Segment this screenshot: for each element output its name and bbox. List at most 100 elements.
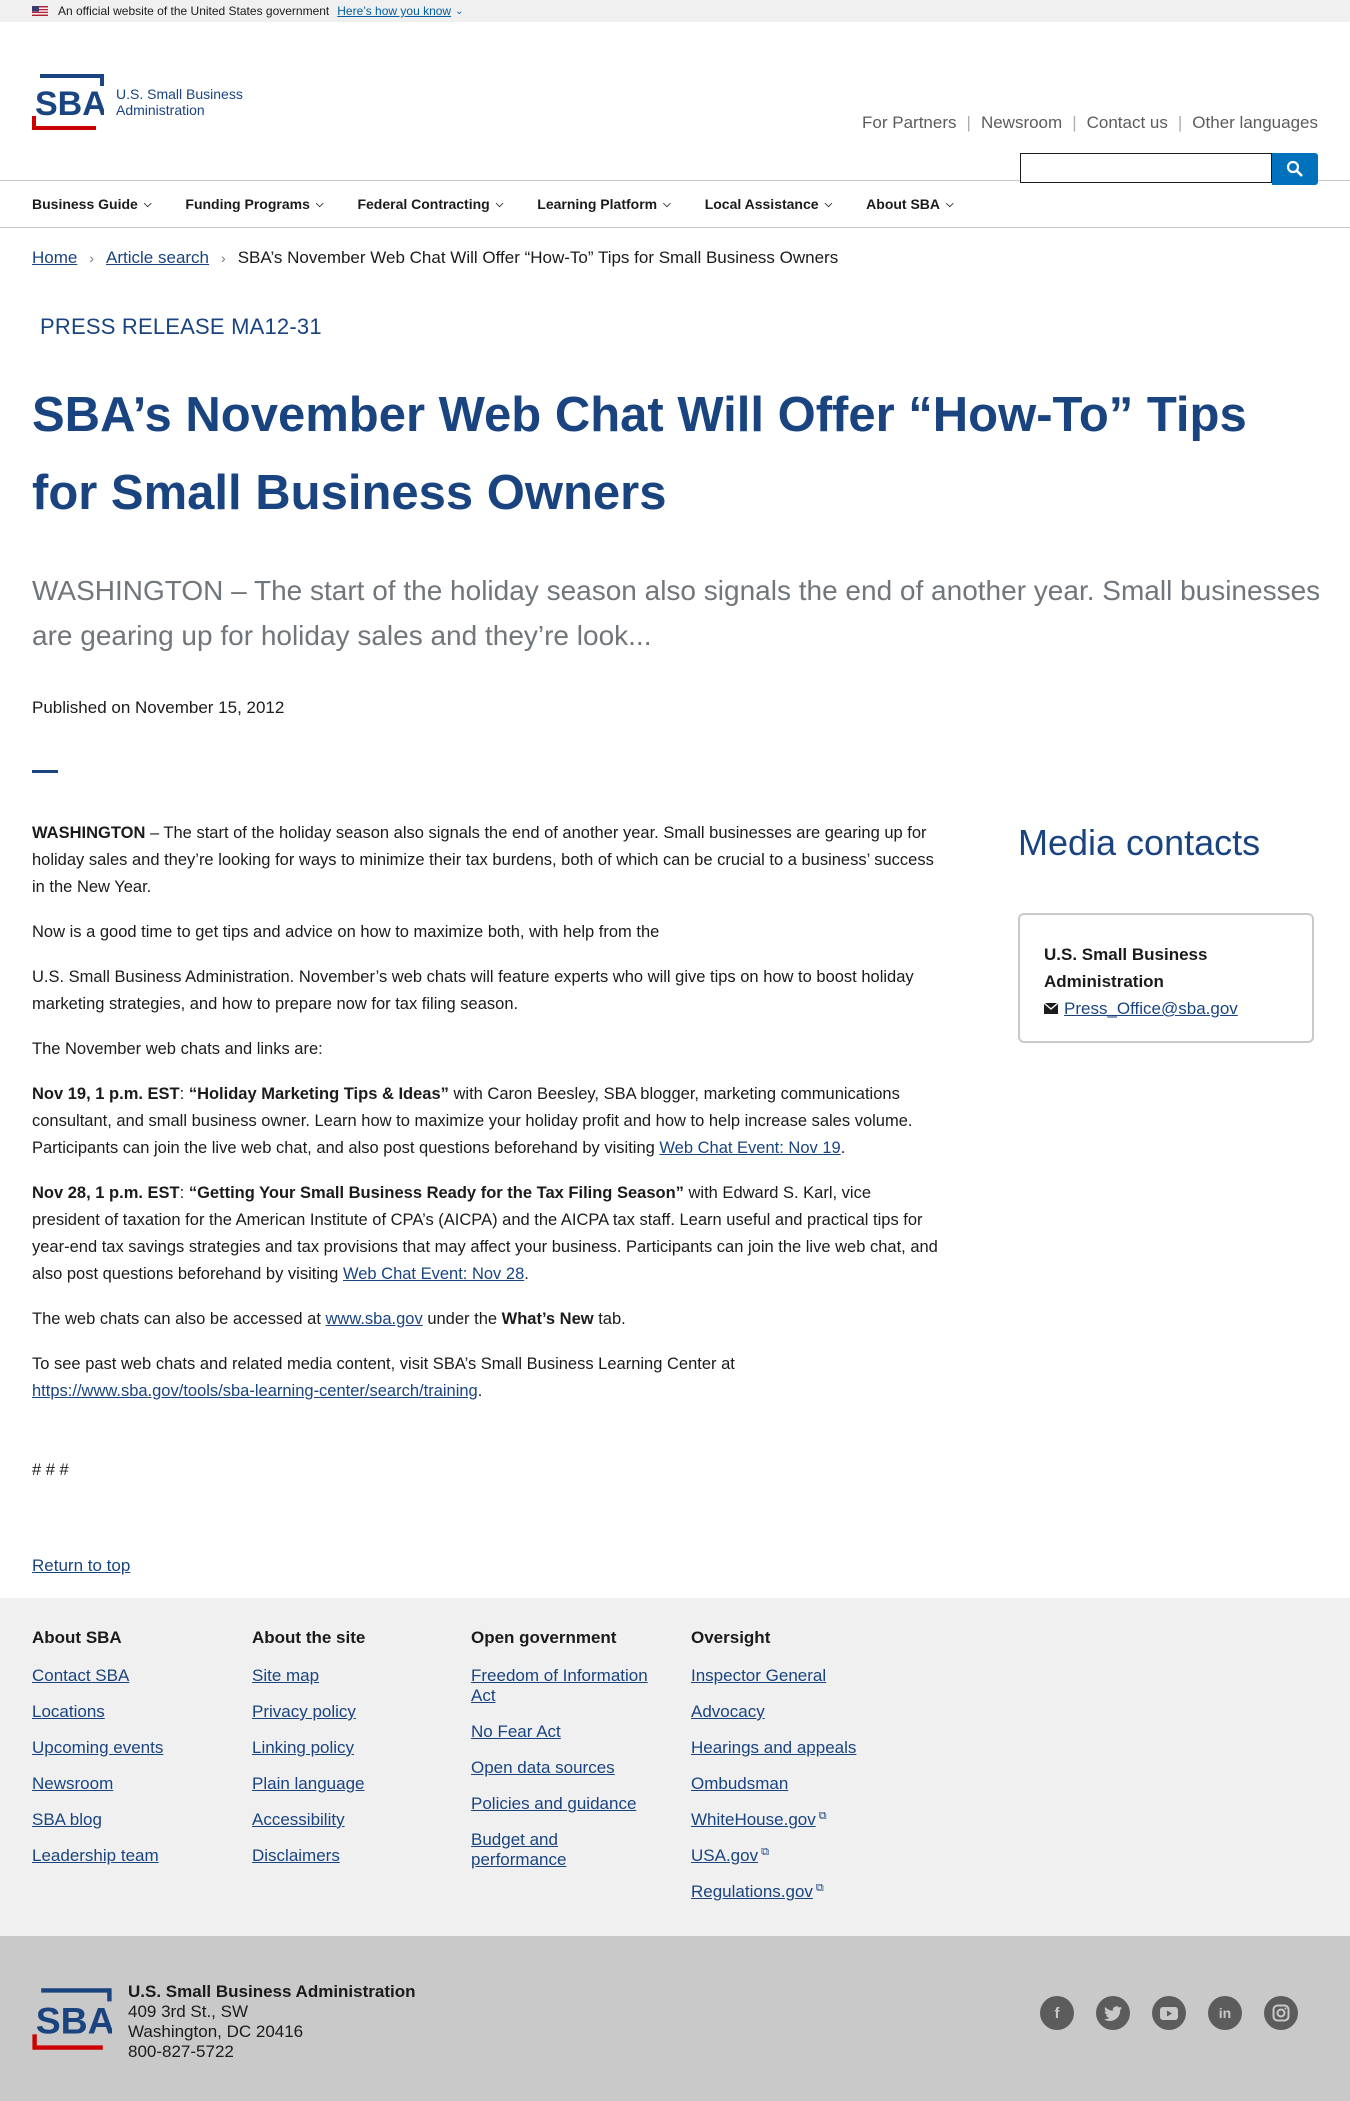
chevron-right-icon: › xyxy=(221,250,226,266)
newsroom-link[interactable]: Newsroom xyxy=(981,113,1062,133)
press-release-label: PRESS RELEASE MA12-31 xyxy=(40,314,322,339)
paragraph: Nov 28, 1 p.m. EST: “Getting Your Small … xyxy=(32,1180,942,1288)
breadcrumb-current: SBA’s November Web Chat Will Offer “How-… xyxy=(237,248,839,267)
footer-link[interactable]: Regulations.gov xyxy=(691,1882,813,1902)
chevron-down-icon: ⌵ xyxy=(143,198,152,210)
footer-address: U.S. Small Business Administration 409 3… xyxy=(128,1982,416,2062)
breadcrumb-article-search[interactable]: Article search xyxy=(106,248,209,268)
footer-link[interactable]: WhiteHouse.gov xyxy=(691,1810,816,1830)
chevron-right-icon: › xyxy=(89,250,95,266)
external-link-icon: ⧉ xyxy=(815,1882,824,1894)
gov-banner: An official website of the United States… xyxy=(0,0,1350,22)
paragraph-text: tab. xyxy=(593,1310,626,1328)
search-input[interactable] xyxy=(1020,153,1272,183)
footer-link[interactable]: Contact SBA xyxy=(32,1666,232,1686)
footer-link[interactable]: Advocacy xyxy=(691,1702,891,1722)
nav-about-sba[interactable]: About SBA ⌵ xyxy=(866,196,953,212)
punctuation: . xyxy=(524,1265,529,1283)
footer-link[interactable]: Site map xyxy=(252,1666,452,1686)
nav-local-assistance[interactable]: Local Assistance ⌵ xyxy=(705,196,832,212)
footer-link[interactable]: Linking policy xyxy=(252,1738,452,1758)
footer-link[interactable]: Plain language xyxy=(252,1774,452,1794)
nav-label: Funding Programs xyxy=(185,196,310,212)
press-office-email-link[interactable]: Press_Office@sba.gov xyxy=(1064,995,1238,1022)
nav-funding-programs[interactable]: Funding Programs ⌵ xyxy=(185,196,323,212)
heres-how-you-know-link[interactable]: Here’s how you know xyxy=(337,4,451,18)
footer-link[interactable]: Ombudsman xyxy=(691,1774,891,1794)
footer-link[interactable]: Freedom of Information Act xyxy=(471,1666,667,1706)
footer-link[interactable]: Disclaimers xyxy=(252,1846,452,1866)
footer-link[interactable]: SBA blog xyxy=(32,1810,232,1830)
contact-org: U.S. Small Business Administration xyxy=(1044,945,1208,991)
learning-center-link[interactable]: https://www.sba.gov/tools/sba-learning-c… xyxy=(32,1382,478,1400)
footer-link[interactable]: Inspector General xyxy=(691,1666,891,1686)
other-languages-link[interactable]: Other languages xyxy=(1192,113,1318,133)
paragraph-text: under the xyxy=(422,1310,502,1328)
punctuation: : xyxy=(179,1184,189,1202)
twitter-icon[interactable] xyxy=(1096,1996,1130,2030)
nav-label: Federal Contracting xyxy=(357,196,490,212)
logo-line-2: Administration xyxy=(116,102,205,118)
dateline: WASHINGTON xyxy=(32,824,146,842)
logo-line-1: U.S. Small Business xyxy=(116,86,243,102)
youtube-icon[interactable] xyxy=(1152,1996,1186,2030)
main-nav: Business Guide ⌵ Funding Programs ⌵ Federa… xyxy=(0,181,1350,228)
paragraph: To see past web chats and related media … xyxy=(32,1351,942,1405)
footer-external-item: USA.gov ⧉ xyxy=(691,1846,891,1882)
contact-email-row: Press_Office@sba.gov xyxy=(1044,995,1288,1022)
paragraph-text: The web chats can also be accessed at xyxy=(32,1310,326,1328)
for-partners-link[interactable]: For Partners xyxy=(862,113,956,133)
site-header: SBA U.S. Small Business Administration F… xyxy=(0,22,1350,185)
paragraph-text: – The start of the holiday season also s… xyxy=(32,824,934,896)
punctuation: . xyxy=(477,1382,483,1400)
facebook-icon[interactable]: f xyxy=(1040,1996,1074,2030)
chevron-down-icon: ⌵ xyxy=(824,198,833,210)
footer-link[interactable]: No Fear Act xyxy=(471,1722,667,1742)
sba-logo[interactable]: SBA U.S. Small Business Administration xyxy=(32,72,243,132)
nav-business-guide[interactable]: Business Guide ⌵ xyxy=(32,196,151,212)
footer-link[interactable]: Newsroom xyxy=(32,1774,232,1794)
footer-link[interactable]: Open data sources xyxy=(471,1758,667,1778)
chevron-down-icon[interactable]: ⌄ xyxy=(455,6,463,17)
sba-logo-icon: SBA xyxy=(32,74,104,130)
media-contacts-title: Media contacts xyxy=(1018,822,1261,863)
event-title: “Holiday Marketing Tips & Ideas” xyxy=(188,1085,449,1103)
search-button[interactable] xyxy=(1272,153,1318,185)
nav-federal-contracting[interactable]: Federal Contracting ⌵ xyxy=(357,196,503,212)
article-body: WASHINGTON – The start of the holiday se… xyxy=(32,820,942,1502)
chevron-down-icon: ⌵ xyxy=(495,198,504,210)
footer-link[interactable]: Privacy policy xyxy=(252,1702,452,1722)
footer-link[interactable]: Hearings and appeals xyxy=(691,1738,891,1758)
footer-col-open-government: Open government Freedom of Information A… xyxy=(471,1628,667,1886)
address-line: Washington, DC 20416 xyxy=(128,2022,304,2041)
instagram-icon[interactable] xyxy=(1264,1996,1298,2030)
footer-link[interactable]: Leadership team xyxy=(32,1846,232,1866)
footer-link[interactable]: Locations xyxy=(32,1702,232,1722)
footer-link[interactable]: Policies and guidance xyxy=(471,1794,667,1814)
breadcrumb-home[interactable]: Home xyxy=(32,248,77,268)
search-icon xyxy=(1286,160,1303,177)
footer-link[interactable]: USA.gov xyxy=(691,1846,758,1866)
footer-link[interactable]: Upcoming events xyxy=(32,1738,232,1758)
event-title: “Getting Your Small Business Ready for t… xyxy=(188,1184,684,1202)
sba-gov-link[interactable]: www.sba.gov xyxy=(326,1310,423,1328)
phone-number: 800-827-5722 xyxy=(128,2042,234,2061)
event-date: Nov 19, 1 p.m. EST xyxy=(32,1085,180,1103)
web-chat-nov28-link[interactable]: Web Chat Event: Nov 28 xyxy=(343,1265,524,1283)
paragraph: The November web chats and links are: xyxy=(32,1040,323,1058)
footer-link[interactable]: Accessibility xyxy=(252,1810,452,1830)
mail-icon xyxy=(1044,1003,1058,1014)
nav-learning-platform[interactable]: Learning Platform ⌵ xyxy=(537,196,670,212)
return-to-top-link[interactable]: Return to top xyxy=(32,1556,130,1576)
contact-us-link[interactable]: Contact us xyxy=(1087,113,1168,133)
paragraph-text: To see past web chats and related media … xyxy=(32,1355,735,1373)
paragraph: The web chats can also be accessed at ww… xyxy=(32,1306,942,1333)
footer-link[interactable]: Budget and performance xyxy=(471,1830,601,1870)
web-chat-nov19-link[interactable]: Web Chat Event: Nov 19 xyxy=(659,1139,840,1157)
footer-heading: About SBA xyxy=(32,1628,122,1647)
footer-sba-logo[interactable]: SBA xyxy=(32,1986,115,2057)
nav-label: Local Assistance xyxy=(704,196,819,212)
nav-label: Learning Platform xyxy=(537,196,658,212)
punctuation: . xyxy=(840,1139,846,1157)
linkedin-icon[interactable]: in xyxy=(1208,1996,1242,2030)
